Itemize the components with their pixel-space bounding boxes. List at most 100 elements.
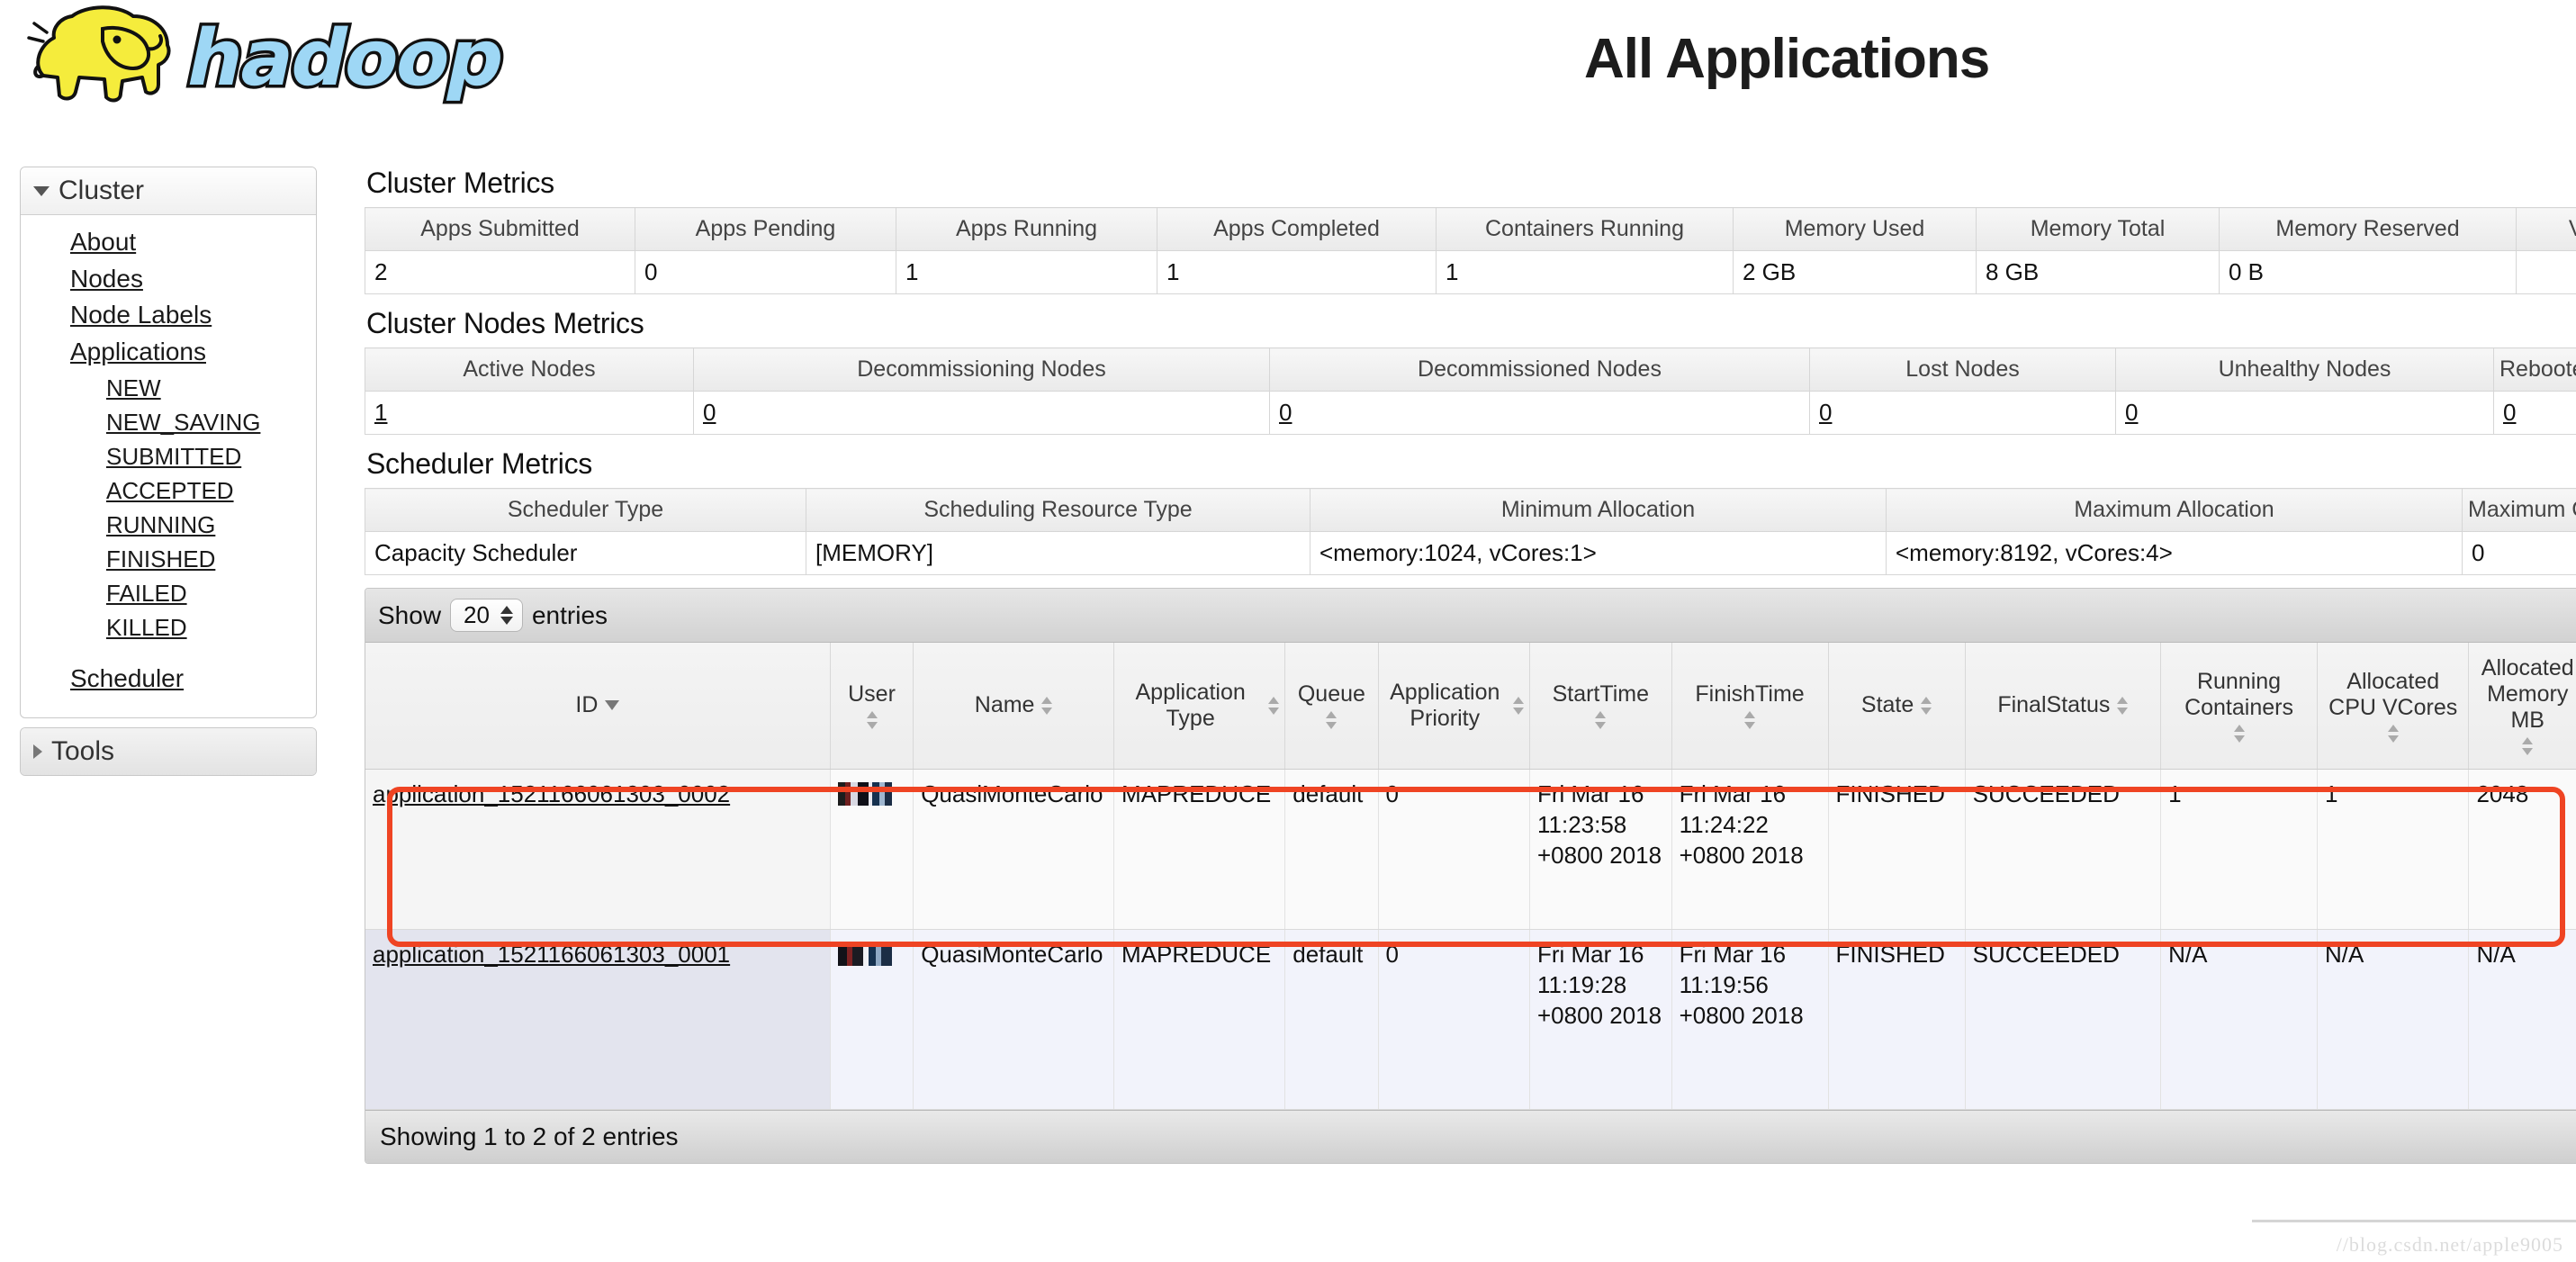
- page-size-value: 20: [464, 601, 490, 628]
- val-apps-completed: 1: [1157, 250, 1437, 294]
- col-header-user[interactable]: User: [830, 643, 914, 770]
- sidebar-item-applications[interactable]: Applications: [21, 334, 316, 371]
- col-rebooted-nodes: Rebooted Nodes: [2493, 347, 2576, 392]
- sidebar-tools-label: Tools: [51, 735, 115, 766]
- val-decommissioned-nodes[interactable]: 0: [1279, 399, 1292, 426]
- allocated-vcores-cell: N/A: [2317, 929, 2470, 1110]
- scheduler-metrics-table: Scheduler Type Scheduling Resource Type …: [365, 488, 2576, 575]
- watermark-rule: [2252, 1220, 2576, 1222]
- sidebar-item-new[interactable]: NEW: [21, 371, 316, 405]
- sidebar-item-finished[interactable]: FINISHED: [21, 542, 316, 576]
- val-decommissioning-nodes[interactable]: 0: [703, 399, 716, 426]
- val-memory-reserved: 0 B: [2219, 250, 2517, 294]
- table-header-row: ID User Name Application Type Queue Appl…: [365, 643, 2576, 770]
- table-row[interactable]: application_1521166061303_0002 QuasiMont…: [365, 769, 2576, 930]
- sort-descending-icon: [605, 700, 620, 711]
- col-containers-running: Containers Running: [1436, 207, 1734, 251]
- sidebar-cluster-header[interactable]: Cluster: [21, 167, 316, 215]
- col-apps-pending: Apps Pending: [635, 207, 896, 251]
- sidebar-item-killed[interactable]: KILLED: [21, 610, 316, 645]
- sidebar-section-tools: Tools: [20, 726, 317, 776]
- redacted-user-icon: [837, 781, 892, 806]
- col-memory-reserved: Memory Reserved: [2219, 207, 2517, 251]
- application-priority-cell: 0: [1378, 929, 1530, 1110]
- sidebar-item-submitted[interactable]: SUBMITTED: [21, 439, 316, 473]
- sort-both-icon: [1921, 696, 1932, 715]
- allocated-vcores-cell: 1: [2317, 769, 2470, 930]
- val-active-nodes[interactable]: 1: [374, 399, 387, 426]
- val-minimum-allocation: <memory:1024, vCores:1>: [1310, 531, 1887, 575]
- col-header-application-type[interactable]: Application Type: [1113, 643, 1286, 770]
- val-lost-nodes[interactable]: 0: [1819, 399, 1832, 426]
- sidebar-tools-header[interactable]: Tools: [21, 727, 316, 775]
- col-memory-used: Memory Used: [1733, 207, 1977, 251]
- col-header-queue[interactable]: Queue: [1284, 643, 1379, 770]
- col-scheduling-resource-type: Scheduling Resource Type: [806, 488, 1311, 532]
- user-cell: [830, 929, 914, 1110]
- cluster-nodes-metrics-title: Cluster Nodes Metrics: [366, 307, 644, 339]
- sidebar-item-accepted[interactable]: ACCEPTED: [21, 473, 316, 508]
- col-header-allocated-memory-mb[interactable]: Allocated Memory MB: [2468, 643, 2576, 770]
- entries-label: entries: [531, 600, 608, 629]
- application-priority-cell: 0: [1378, 769, 1530, 930]
- val-apps-pending: 0: [635, 250, 896, 294]
- queue-cell: default: [1284, 769, 1379, 930]
- col-header-application-priority[interactable]: Application Priority: [1378, 643, 1530, 770]
- finishtime-cell: Fri Mar 16 11:24:22 +0800 2018: [1671, 769, 1829, 930]
- hadoop-logo: hadoop: [16, 2, 574, 110]
- applications-table-footer: Showing 1 to 2 of 2 entries: [365, 1109, 2576, 1163]
- finalstatus-cell: SUCCEEDED: [1965, 929, 2162, 1110]
- state-cell: FINISHED: [1828, 929, 1966, 1110]
- col-header-state[interactable]: State: [1828, 643, 1966, 770]
- val-memory-used: 2 GB: [1733, 250, 1977, 294]
- col-vcores: VCores: [2516, 207, 2576, 251]
- sort-both-icon: [2387, 724, 2399, 743]
- col-apps-running: Apps Running: [896, 207, 1157, 251]
- application-id-link[interactable]: application_1521166061303_0001: [373, 941, 730, 968]
- page-header: hadoop All Applications: [0, 0, 2576, 158]
- table-header-row: Active Nodes Decommissioning Nodes Decom…: [365, 347, 2576, 392]
- val-rebooted-nodes[interactable]: 0: [2503, 399, 2516, 426]
- table-row[interactable]: application_1521166061303_0001 QuasiMont…: [365, 929, 2576, 1110]
- val-apps-submitted: 2: [365, 250, 635, 294]
- col-apps-completed: Apps Completed: [1157, 207, 1437, 251]
- col-header-finishtime[interactable]: FinishTime: [1671, 643, 1829, 770]
- col-header-allocated-cpu-vcores[interactable]: Allocated CPU VCores: [2317, 643, 2470, 770]
- starttime-cell: Fri Mar 16 11:23:58 +0800 2018: [1529, 769, 1672, 930]
- sidebar-item-new-saving[interactable]: NEW_SAVING: [21, 405, 316, 439]
- col-header-starttime[interactable]: StartTime: [1529, 643, 1672, 770]
- scheduler-metrics-title: Scheduler Metrics: [366, 447, 592, 480]
- col-header-running-containers[interactable]: Running Containers: [2160, 643, 2318, 770]
- sidebar-item-failed[interactable]: FAILED: [21, 576, 316, 610]
- val-scheduler-type: Capacity Scheduler: [365, 531, 806, 575]
- sidebar-item-node-labels[interactable]: Node Labels: [21, 297, 316, 334]
- val-containers-running: 1: [1436, 250, 1734, 294]
- sidebar-item-scheduler[interactable]: Scheduler: [21, 661, 316, 698]
- stepper-icon: [500, 606, 513, 625]
- page-size-select[interactable]: 20: [450, 599, 523, 632]
- sort-both-icon: [1268, 696, 1280, 715]
- sort-both-icon: [866, 711, 878, 730]
- name-cell: QuasiMonteCarlo: [913, 929, 1115, 1110]
- col-header-name[interactable]: Name: [913, 643, 1115, 770]
- application-type-cell: MAPREDUCE: [1113, 929, 1286, 1110]
- val-maximum-allocation: <memory:8192, vCores:4>: [1886, 531, 2463, 575]
- val-unhealthy-nodes[interactable]: 0: [2125, 399, 2138, 426]
- sidebar-item-about[interactable]: About: [21, 224, 316, 261]
- sort-both-icon: [2522, 737, 2534, 756]
- col-header-finalstatus[interactable]: FinalStatus: [1965, 643, 2162, 770]
- redacted-user-icon: [837, 942, 892, 966]
- running-containers-cell: 1: [2160, 769, 2318, 930]
- application-id-link[interactable]: application_1521166061303_0002: [373, 780, 730, 807]
- svg-text:hadoop: hadoop: [179, 13, 512, 104]
- col-header-id[interactable]: ID: [365, 643, 831, 770]
- starttime-cell: Fri Mar 16 11:19:28 +0800 2018: [1529, 929, 1672, 1110]
- allocated-memory-cell: 2048: [2468, 769, 2576, 930]
- sort-both-icon: [1744, 711, 1756, 730]
- sidebar-item-nodes[interactable]: Nodes: [21, 261, 316, 298]
- queue-cell: default: [1284, 929, 1379, 1110]
- applications-table-toolbar: Show 20 entries: [365, 589, 2576, 643]
- finishtime-cell: Fri Mar 16 11:19:56 +0800 2018: [1671, 929, 1829, 1110]
- sidebar-item-running[interactable]: RUNNING: [21, 508, 316, 542]
